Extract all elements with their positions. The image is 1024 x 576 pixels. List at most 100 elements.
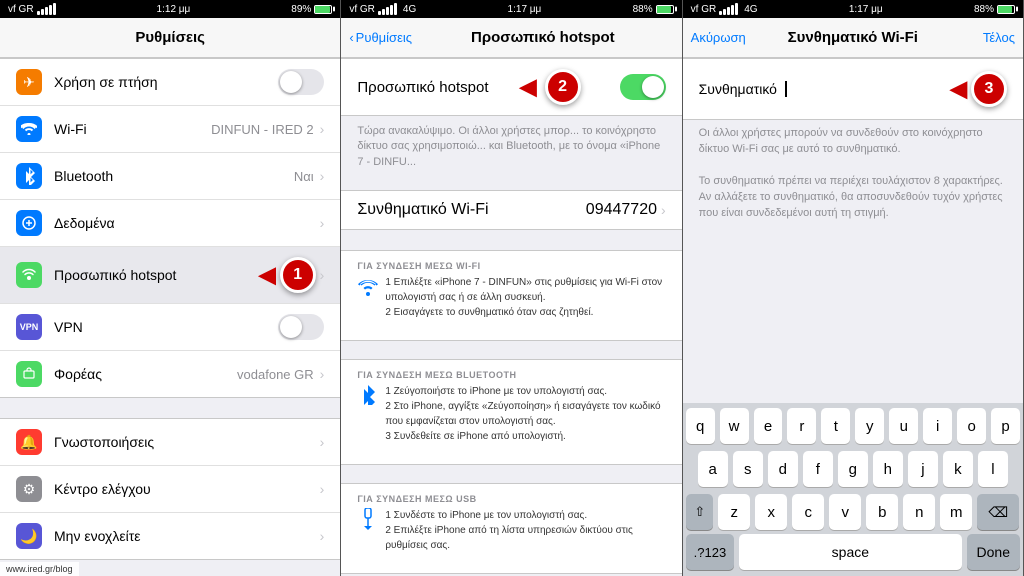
key-j[interactable]: j: [908, 451, 938, 487]
key-y[interactable]: y: [855, 408, 884, 444]
cursor-blink: [785, 80, 787, 98]
key-t[interactable]: t: [821, 408, 850, 444]
data-icon: [16, 210, 42, 236]
key-b[interactable]: b: [866, 494, 898, 530]
desc-1: Οι άλλοι χρήστες μπορούν να συνδεθούν στ…: [699, 127, 983, 155]
step3-area: ◀ 3: [950, 71, 1007, 107]
keyboard[interactable]: q w e r t y u i o p a s d f g h j k l ⇧ …: [683, 403, 1023, 576]
row-airplane[interactable]: ✈ Χρήση σε πτήση: [0, 59, 340, 106]
key-k[interactable]: k: [943, 451, 973, 487]
key-r[interactable]: r: [787, 408, 816, 444]
key-s[interactable]: s: [733, 451, 763, 487]
step2-badge: 2: [545, 69, 581, 105]
nav-back-label-2: Ρυθμίσεις: [356, 30, 412, 45]
hotspot-icon: [16, 262, 42, 288]
key-x[interactable]: x: [755, 494, 787, 530]
connectivity-group: ✈ Χρήση σε πτήση Wi-Fi DINFUN - IRED 2: [0, 58, 340, 398]
key-z[interactable]: z: [718, 494, 750, 530]
bluetooth-value: Ναι: [294, 169, 314, 184]
nav-back-2[interactable]: ‹ Ρυθμίσεις: [349, 30, 412, 45]
panel-hotspot: vf GR 4G 1:17 μμ 88% ‹ Ρυθμίσεις Προσωπι…: [341, 0, 682, 576]
control-icon: ⚙: [16, 476, 42, 502]
hotspot-chevron: ›: [320, 267, 325, 283]
wifi-chevron: ›: [320, 121, 325, 137]
wifi-icon: [16, 116, 42, 142]
step3-badge: 3: [971, 71, 1007, 107]
carrier-value: vodafone GR: [237, 367, 314, 382]
instr-usb-header: ΓΙΑ ΣΥΝΔΕΣΗ ΜΕΣΩ USB: [357, 494, 665, 504]
row-notifications[interactable]: 🔔 Γνωστοποιήσεις ›: [0, 419, 340, 466]
key-q[interactable]: q: [686, 408, 715, 444]
row-bluetooth[interactable]: Bluetooth Ναι ›: [0, 153, 340, 200]
nav-title-2: Προσωπικό hotspot: [412, 29, 674, 46]
arrow-left-3: ◀: [950, 76, 967, 102]
website-badge: www.ired.gr/blog: [0, 562, 79, 576]
settings-list-1[interactable]: ✈ Χρήση σε πτήση Wi-Fi DINFUN - IRED 2: [0, 58, 340, 576]
vpn-toggle[interactable]: [278, 314, 324, 340]
key-m[interactable]: m: [940, 494, 972, 530]
battery-pct-1: 89%: [291, 4, 311, 15]
row-vpn[interactable]: VPN VPN: [0, 304, 340, 351]
nav-done[interactable]: Τέλος: [983, 30, 1015, 45]
key-c[interactable]: c: [792, 494, 824, 530]
key-a[interactable]: a: [698, 451, 728, 487]
status-right-3: 88%: [974, 4, 1015, 15]
row-dnd[interactable]: 🌙 Μην ενοχλείτε ›: [0, 513, 340, 559]
key-p[interactable]: p: [991, 408, 1020, 444]
nav-cancel[interactable]: Ακύρωση: [691, 30, 746, 45]
carrier-1: vf GR: [8, 4, 34, 15]
password-spacer: [683, 234, 1023, 403]
carrier-label: Φορέας: [54, 366, 237, 382]
key-u[interactable]: u: [889, 408, 918, 444]
key-shift[interactable]: ⇧: [686, 494, 713, 530]
dnd-icon: 🌙: [16, 523, 42, 549]
airplane-label: Χρήση σε πτήση: [54, 74, 278, 90]
hotspot-toggle-row[interactable]: Προσωπικό hotspot ◀ 2: [341, 58, 681, 116]
carrier-2: vf GR: [349, 4, 375, 15]
desc-2: Το συνθηματικό πρέπει να περιέχει τουλάχ…: [699, 175, 1003, 219]
key-l[interactable]: l: [978, 451, 1008, 487]
key-v[interactable]: v: [829, 494, 861, 530]
row-hotspot[interactable]: Προσωπικό hotspot ◀ 1 ›: [0, 247, 340, 304]
key-backspace[interactable]: ⌫: [977, 494, 1019, 530]
instr-bt-block: ΓΙΑ ΣΥΝΔΕΣΗ ΜΕΣΩ BLUETOOTH 1 Ζεύγοποιήστ…: [357, 370, 665, 444]
data-chevron: ›: [320, 215, 325, 231]
key-o[interactable]: o: [957, 408, 986, 444]
airplane-toggle[interactable]: [278, 69, 324, 95]
instr-wifi-content: 1 Επιλέξτε «iPhone 7 - DINFUN» στις ρυθμ…: [357, 275, 665, 320]
hotspot-toggle[interactable]: [620, 74, 666, 100]
key-done[interactable]: Done: [967, 534, 1020, 570]
wifi-password-row[interactable]: Συνθηματικό Wi-Fi 09447720 ›: [341, 190, 681, 230]
battery-pct-2: 88%: [633, 4, 653, 15]
nav-bar-2: ‹ Ρυθμίσεις Προσωπικό hotspot: [341, 18, 681, 58]
key-w[interactable]: w: [720, 408, 749, 444]
wifi-value: DINFUN - IRED 2: [211, 122, 314, 137]
keyboard-row-3: ⇧ z x c v b n m ⌫: [683, 489, 1023, 532]
key-i[interactable]: i: [923, 408, 952, 444]
spacer-2: [341, 465, 681, 473]
key-numbers[interactable]: .?123: [686, 534, 735, 570]
wifi-instr-icon: [357, 275, 379, 320]
instr-usb-content: 1 Συνδέστε το iPhone με τον υπολογιστή σ…: [357, 508, 665, 553]
key-n[interactable]: n: [903, 494, 935, 530]
key-d[interactable]: d: [768, 451, 798, 487]
notif-label: Γνωστοποιήσεις: [54, 434, 320, 450]
row-wifi[interactable]: Wi-Fi DINFUN - IRED 2 ›: [0, 106, 340, 153]
row-data[interactable]: Δεδομένα ›: [0, 200, 340, 247]
step1-container: ◀ 1: [259, 257, 316, 293]
keyboard-row-1: q w e r t y u i o p: [683, 403, 1023, 446]
key-h[interactable]: h: [873, 451, 903, 487]
key-g[interactable]: g: [838, 451, 868, 487]
key-f[interactable]: f: [803, 451, 833, 487]
airplane-knob: [280, 71, 302, 93]
hotspot-knob: [642, 76, 664, 98]
row-control-center[interactable]: ⚙ Κέντρο ελέγχου ›: [0, 466, 340, 513]
arrow-left-2: ◀: [520, 74, 537, 100]
key-e[interactable]: e: [754, 408, 783, 444]
keyboard-row-2: a s d f g h j k l: [683, 446, 1023, 489]
row-carrier[interactable]: Φορέας vodafone GR ›: [0, 351, 340, 397]
key-space[interactable]: space: [739, 534, 961, 570]
signal-2: [378, 3, 397, 15]
wifi-password-label: Συνθηματικό Wi-Fi: [357, 201, 488, 219]
control-label: Κέντρο ελέγχου: [54, 481, 320, 497]
